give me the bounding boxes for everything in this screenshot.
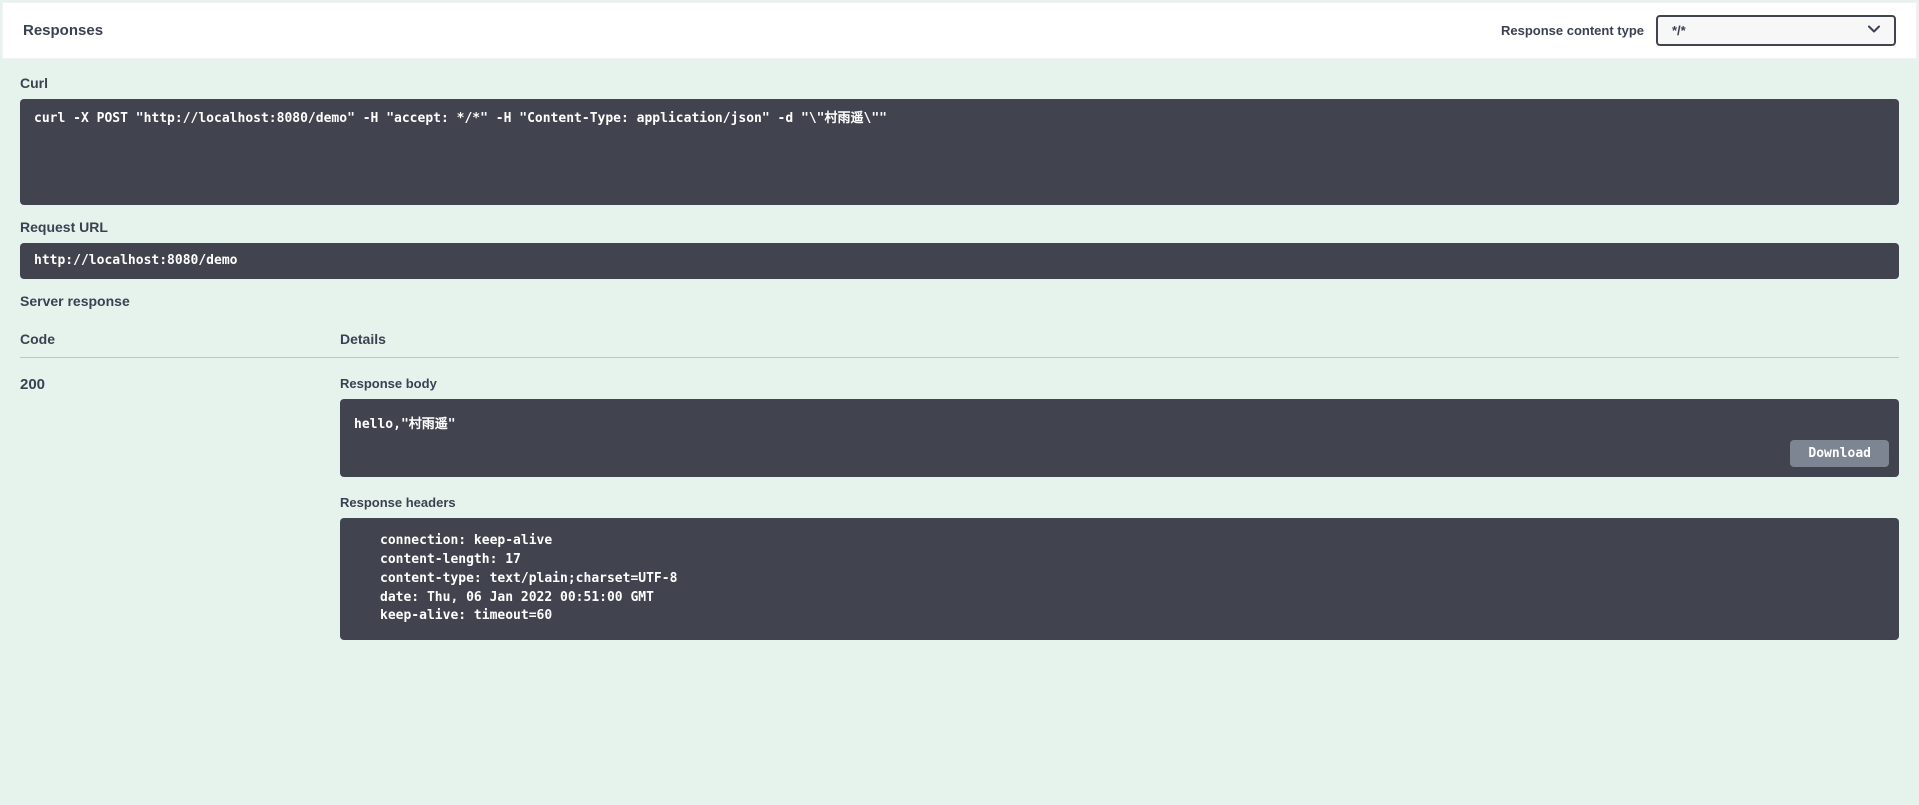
request-url-section: Request URL http://localhost:8080/demo — [0, 205, 1919, 279]
column-code-header: Code — [20, 331, 340, 347]
response-header-line: content-length: 17 — [380, 551, 1885, 570]
responses-title: Responses — [23, 22, 103, 39]
curl-label: Curl — [20, 75, 1899, 91]
response-header-line: connection: keep-alive — [380, 532, 1885, 551]
download-button[interactable]: Download — [1790, 440, 1889, 467]
chevron-down-icon — [1868, 25, 1880, 36]
server-response-section: Server response — [0, 279, 1919, 309]
content-type-group: Response content type */* — [1501, 15, 1896, 46]
response-header-line: date: Thu, 06 Jan 2022 00:51:00 GMT — [380, 589, 1885, 608]
request-url-value[interactable]: http://localhost:8080/demo — [20, 243, 1899, 279]
content-type-select[interactable]: */* — [1656, 15, 1896, 46]
response-body[interactable]: hello,"村雨遥" Download — [340, 399, 1899, 477]
content-type-value: */* — [1672, 23, 1686, 38]
response-headers-label: Response headers — [340, 495, 1899, 510]
curl-command[interactable]: curl -X POST "http://localhost:8080/demo… — [20, 99, 1899, 205]
response-table: Code Details 200 Response body hello,"村雨… — [0, 317, 1919, 640]
content-type-label: Response content type — [1501, 23, 1644, 38]
response-body-label: Response body — [340, 376, 1899, 391]
column-details-header: Details — [340, 331, 1899, 347]
status-code: 200 — [20, 376, 340, 640]
response-header-line: content-type: text/plain;charset=UTF-8 — [380, 570, 1885, 589]
request-url-label: Request URL — [20, 219, 1899, 235]
response-body-text: hello,"村雨遥" — [354, 417, 456, 432]
response-table-head: Code Details — [20, 317, 1899, 358]
details-column: Response body hello,"村雨遥" Download Respo… — [340, 376, 1899, 640]
response-headers[interactable]: connection: keep-alive content-length: 1… — [340, 518, 1899, 640]
server-response-label: Server response — [20, 293, 1899, 309]
response-header-line: keep-alive: timeout=60 — [380, 607, 1885, 626]
curl-section: Curl curl -X POST "http://localhost:8080… — [0, 61, 1919, 205]
responses-header-bar: Responses Response content type */* — [2, 2, 1917, 59]
table-row: 200 Response body hello,"村雨遥" Download R… — [20, 358, 1899, 640]
